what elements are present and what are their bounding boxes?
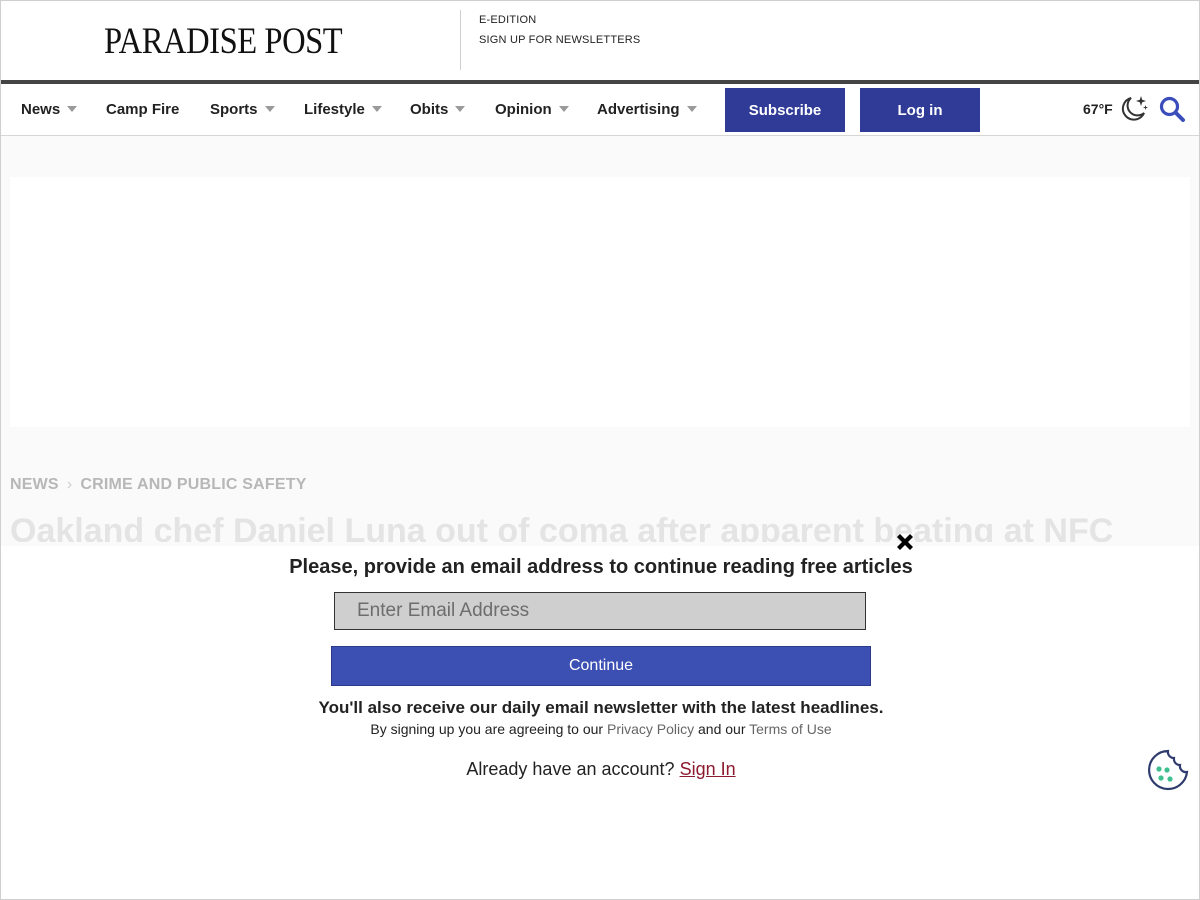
subscribe-button[interactable]: Subscribe (725, 88, 845, 132)
nav-item-label: Lifestyle (304, 101, 365, 118)
sign-in-link[interactable]: Sign In (680, 759, 736, 779)
masthead-divider (460, 10, 461, 70)
ad-slot (10, 177, 1190, 427)
nav-item-opinion[interactable]: Opinion (495, 101, 569, 118)
agree-middle: and our (698, 721, 746, 737)
caret-down-icon (67, 106, 78, 112)
email-field[interactable] (334, 592, 866, 630)
nav-item-news[interactable]: News (21, 101, 78, 118)
nav-item-label: Advertising (597, 101, 680, 118)
caret-down-icon (371, 106, 382, 112)
agree-prefix: By signing up you are agreeing to our (370, 721, 604, 737)
caret-down-icon (686, 106, 697, 112)
modal-title: Please, provide an email address to cont… (289, 556, 913, 578)
caret-down-icon (558, 106, 569, 112)
nav-item-label: Camp Fire (106, 101, 180, 118)
nav-item-sports[interactable]: Sports (210, 101, 275, 118)
breadcrumb-crime[interactable]: CRIME AND PUBLIC SAFETY (80, 476, 306, 493)
newsletter-note: You'll also receive our daily email news… (318, 698, 884, 717)
e-edition-link[interactable]: E-EDITION (479, 14, 536, 26)
close-icon[interactable] (893, 530, 917, 554)
nav-item-label: Sports (210, 101, 258, 118)
site-logo[interactable]: PARADISE POST (104, 20, 343, 63)
search-icon[interactable] (1158, 95, 1186, 123)
login-button[interactable]: Log in (860, 88, 980, 132)
nav-item-label: Opinion (495, 101, 552, 118)
nav-item-obits[interactable]: Obits (410, 101, 466, 118)
terms-of-use-link[interactable]: Terms of Use (749, 721, 831, 737)
privacy-policy-link[interactable]: Privacy Policy (607, 721, 694, 737)
nav-item-lifestyle[interactable]: Lifestyle (304, 101, 382, 118)
caret-down-icon (455, 106, 466, 112)
caret-down-icon (264, 106, 275, 112)
main-nav: News Camp Fire Sports Lifestyle Obits Op… (0, 84, 1200, 136)
continue-button[interactable]: Continue (331, 646, 871, 686)
temperature-readout: 67°F (1083, 101, 1113, 117)
account-prompt: Already have an account? Sign In (0, 759, 1200, 780)
breadcrumb: NEWS › CRIME AND PUBLIC SAFETY (10, 476, 307, 494)
agreement-text: By signing up you are agreeing to our Pr… (0, 721, 1200, 737)
chevron-right-icon: › (66, 476, 73, 493)
nav-item-advertising[interactable]: Advertising (597, 101, 697, 118)
article-headline: Oakland chef Daniel Luna out of coma aft… (10, 512, 1114, 542)
moon-stars-icon (1121, 96, 1148, 121)
account-prompt-text: Already have an account? (466, 759, 675, 779)
nav-item-label: Obits (410, 101, 449, 118)
nav-item-camp-fire[interactable]: Camp Fire (106, 101, 179, 118)
nav-item-label: News (21, 101, 61, 118)
breadcrumb-news[interactable]: NEWS (10, 476, 59, 493)
masthead: PARADISE POST E-EDITION SIGN UP FOR NEWS… (0, 0, 1200, 80)
newsletter-signup-link[interactable]: SIGN UP FOR NEWSLETTERS (479, 34, 640, 46)
cookie-settings-icon[interactable] (1147, 749, 1189, 791)
